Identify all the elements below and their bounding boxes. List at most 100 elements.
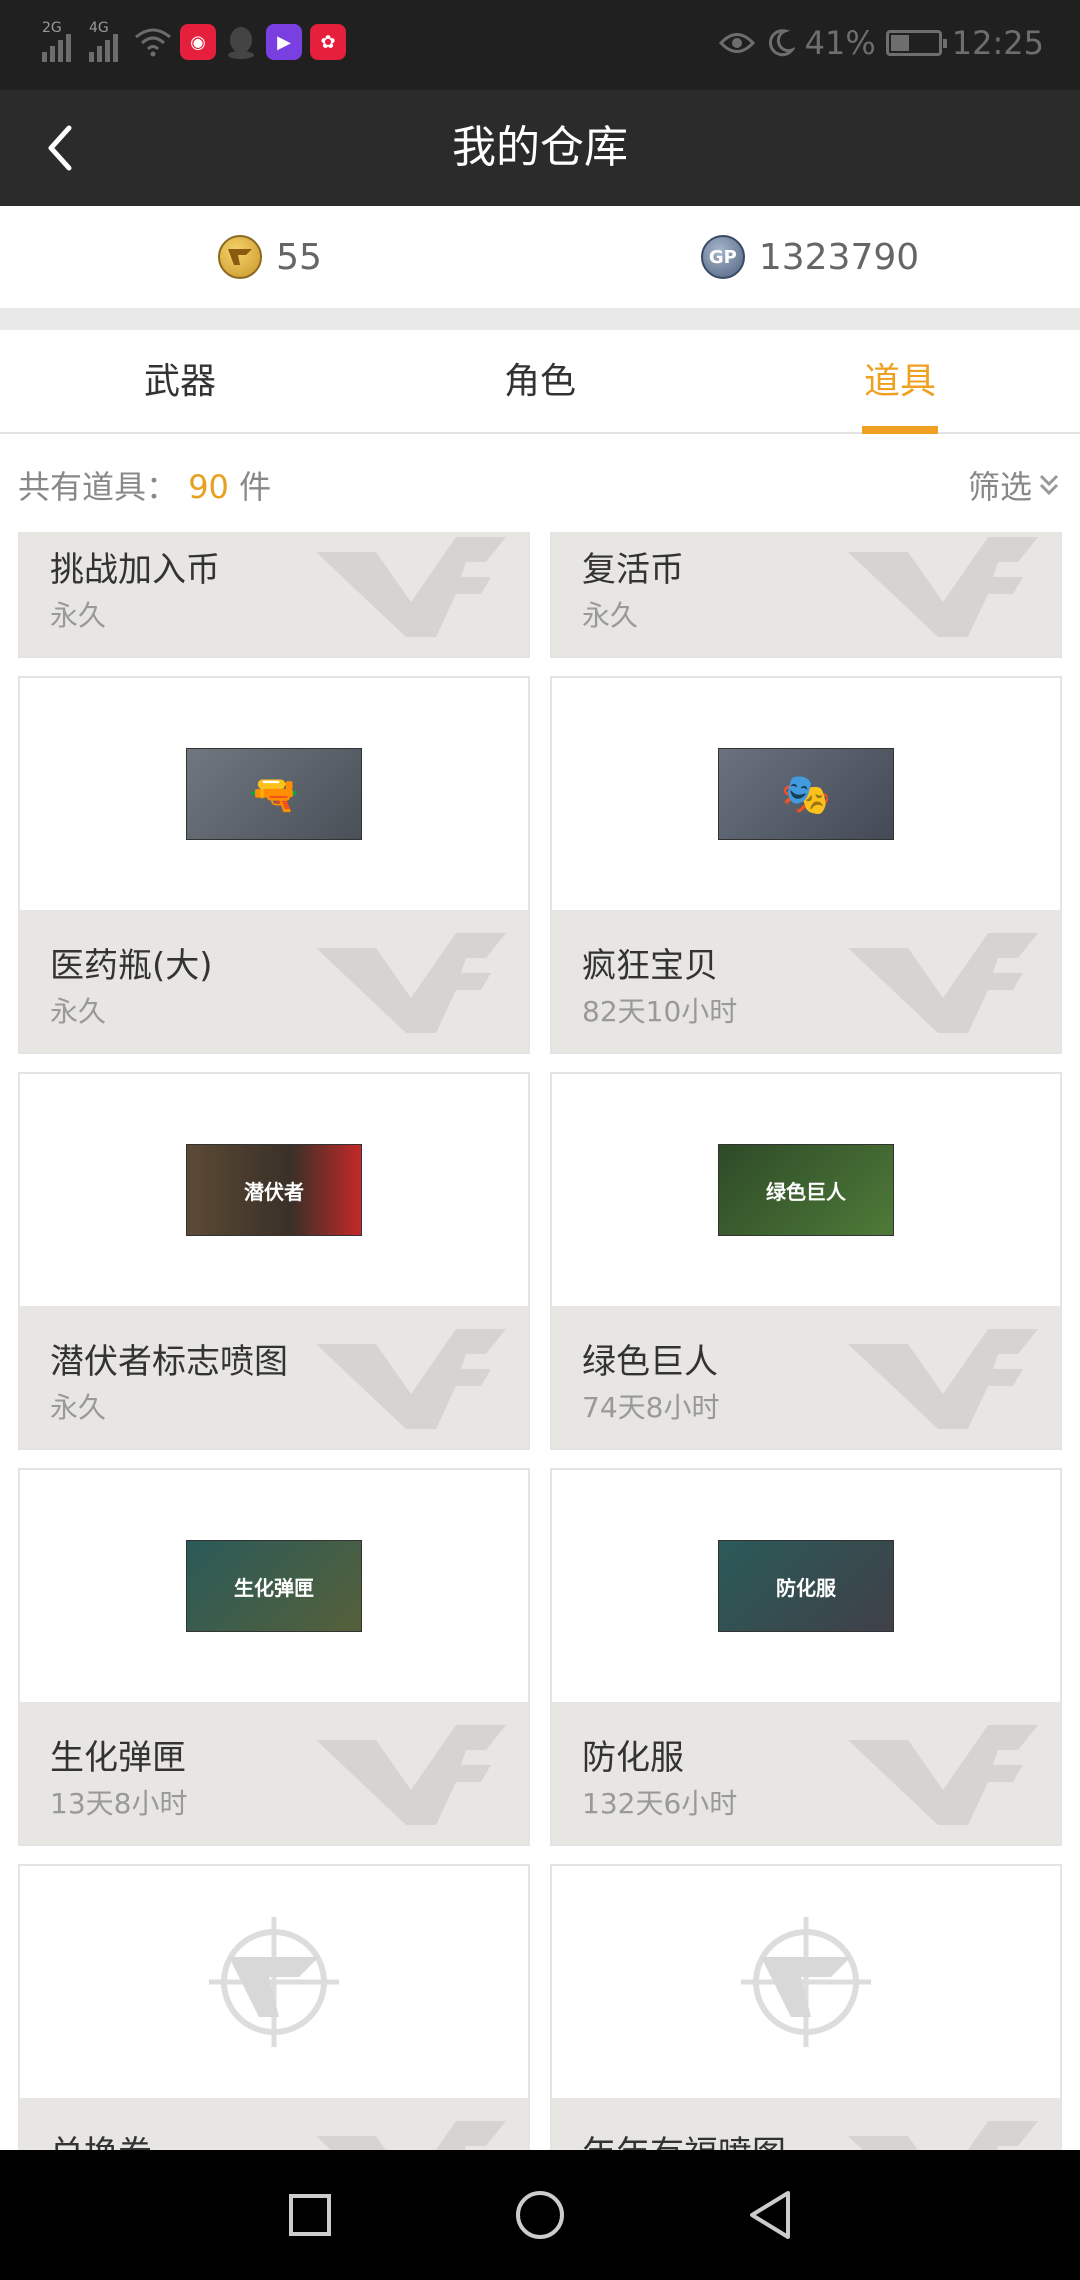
tab-characters[interactable]: 角色 [360,330,720,432]
cf-watermark-icon [316,933,506,1033]
item-name: 防化服 [582,1738,684,1778]
currency-bar: 55 GP 1323790 [0,206,1080,308]
app-notification-icon-2: ✿ [310,24,346,60]
item-name: 兑换券 [50,2126,152,2150]
battery-icon [885,30,947,56]
count-unit: 件 [239,468,272,506]
item-info: 潜伏者标志喷图 永久 [20,1306,528,1448]
category-tabs: 武器 角色 道具 [0,330,1080,434]
item-image-area: 潜伏者 [20,1074,528,1306]
items-grid: 挑战加入币 永久 复活币 永久 🔫 医药瓶(大) 永久 🎭 疯狂宝贝 82天10小时 潜伏者 潜伏者标… [0,532,1080,2150]
circle-icon [516,2191,564,2239]
filter-button[interactable]: 筛选 [968,462,1060,508]
item-image-area: 🎭 [552,678,1060,910]
item-card[interactable]: 挑战加入币 永久 [18,532,530,658]
signal-icon: 2G [42,20,71,62]
item-info: 复活币 永久 [552,532,1060,656]
cf-watermark-icon [316,1725,506,1825]
item-info: 兑换券 [20,2098,528,2150]
status-bar: 2G 4G ◉ ▶ ✿ 41% 12:25 [0,0,1080,90]
item-image-area: 生化弹匣 [20,1470,528,1702]
home-button[interactable] [510,2185,570,2245]
count-number: 90 [188,468,229,506]
item-card[interactable]: 绿色巨人 绿色巨人 74天8小时 [550,1072,1062,1450]
item-thumbnail: 🔫 [186,748,362,840]
item-name: 生化弹匣 [50,1738,186,1778]
network-type-2: 4G [89,20,109,36]
item-thumbnail: 潜伏者 [186,1144,362,1236]
status-left: 2G 4G ◉ ▶ ✿ [42,20,346,62]
item-card[interactable]: 年年有福喷图 [550,1864,1062,2150]
item-info: 绿色巨人 74天8小时 [552,1306,1060,1448]
item-card[interactable]: 复活币 永久 [550,532,1062,658]
system-nav-bar [0,2150,1080,2280]
status-right: 41% 12:25 [718,24,1044,62]
moon-icon [768,29,795,57]
item-info: 生化弹匣 13天8小时 [20,1702,528,1844]
cf-placeholder-logo-icon [209,1917,339,2047]
double-chevron-down-icon [1039,474,1059,496]
tab-weapons[interactable]: 武器 [0,330,360,432]
filter-label: 筛选 [967,468,1032,506]
item-info: 疯狂宝贝 82天10小时 [552,910,1060,1052]
clock: 12:25 [951,24,1044,62]
cf-watermark-icon [316,537,506,637]
item-card[interactable]: 🎭 疯狂宝贝 82天10小时 [550,676,1062,1054]
item-info: 挑战加入币 永久 [20,532,528,656]
triangle-back-icon [750,2191,790,2239]
gp-badge-label: GP [708,246,737,268]
qq-icon [228,27,254,59]
item-thumbnail: 生化弹匣 [186,1540,362,1632]
cf-points-value: 55 [276,236,322,278]
item-thumbnail: 绿色巨人 [718,1144,894,1236]
item-name: 挑战加入币 [50,550,220,590]
cf-points: 55 [0,206,540,308]
app-header: 我的仓库 [0,90,1080,206]
back-nav-button[interactable] [740,2185,800,2245]
item-count-label: 共有道具： 90 件 [18,462,271,508]
cf-watermark-icon [848,1329,1038,1429]
item-count-bar: 共有道具： 90 件 筛选 [0,434,1080,532]
item-duration: 永久 [582,599,639,632]
item-duration: 13天8小时 [50,1787,188,1820]
cf-coin-icon [218,235,263,279]
item-duration: 永久 [50,1391,107,1424]
cf-watermark-icon [848,1725,1038,1825]
item-info: 防化服 132天6小时 [552,1702,1060,1844]
item-image-area: 绿色巨人 [552,1074,1060,1306]
item-card[interactable]: 生化弹匣 生化弹匣 13天8小时 [18,1468,530,1846]
item-duration: 永久 [50,599,107,632]
cf-placeholder-logo-icon [741,1917,871,2047]
gp-coin-icon: GP [700,235,745,279]
gp-points: GP 1323790 [540,206,1080,308]
item-thumbnail: 🎭 [718,748,894,840]
section-divider [0,308,1080,330]
item-name: 医药瓶(大) [50,946,213,986]
item-name: 潜伏者标志喷图 [50,1342,288,1382]
cf-watermark-icon [316,2121,506,2150]
item-image-area: 🔫 [20,678,528,910]
item-name: 绿色巨人 [582,1342,718,1382]
item-card[interactable]: 潜伏者潜伏者标志喷图永久 [18,1072,530,1450]
recents-button[interactable] [280,2185,340,2245]
item-duration: 永久 [50,995,107,1028]
item-name: 年年有福喷图 [582,2126,786,2150]
item-card[interactable]: 兑换券 [18,1864,530,2150]
tab-items[interactable]: 道具 [720,330,1080,434]
eye-icon [718,33,755,53]
item-duration: 74天8小时 [582,1391,720,1424]
item-card[interactable]: 防化服 防化服 132天6小时 [550,1468,1062,1846]
count-prefix: 共有道具： [18,468,179,506]
item-card[interactable]: 🔫 医药瓶(大) 永久 [18,676,530,1054]
item-name: 复活币 [582,550,684,590]
item-image-area: 防化服 [552,1470,1060,1702]
item-info: 年年有福喷图 [552,2098,1060,2150]
item-name: 疯狂宝贝 [582,946,718,986]
square-icon [289,2194,331,2236]
cf-watermark-icon [848,933,1038,1033]
wifi-icon [135,28,171,57]
item-thumbnail: 防化服 [718,1540,894,1632]
item-image-area [20,1866,528,2098]
item-image-area [552,1866,1060,2098]
signal-icon-2: 4G [89,20,118,62]
